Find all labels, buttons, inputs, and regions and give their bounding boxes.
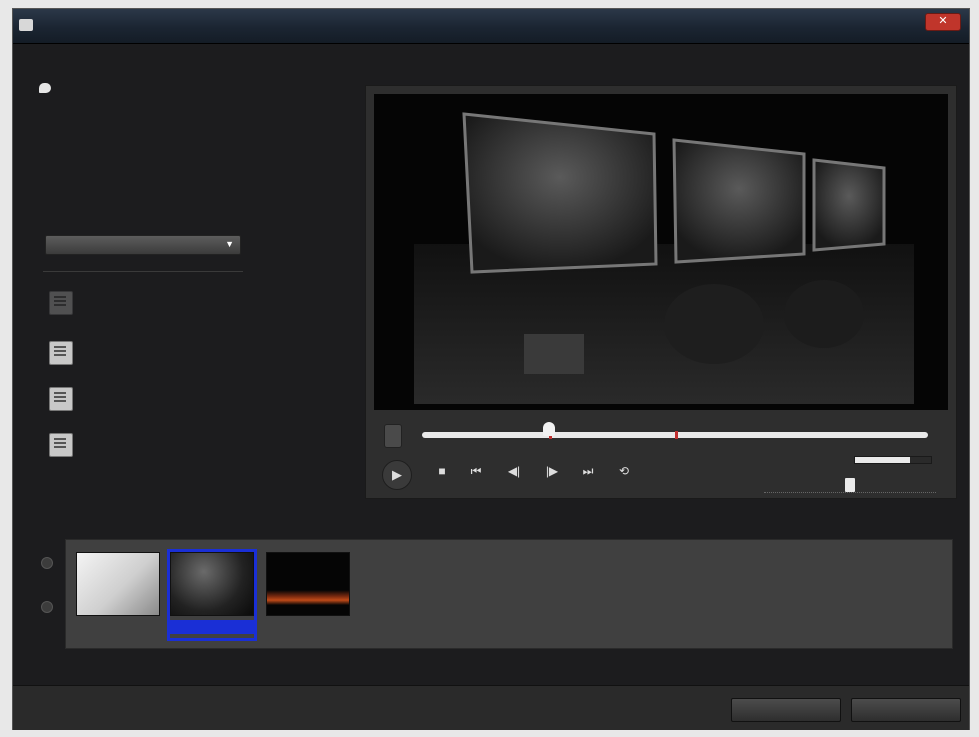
play-icon: ▶: [392, 467, 402, 482]
step-forward-icon: |▶: [545, 464, 559, 478]
scene-thumbnail-selected[interactable]: [167, 549, 257, 641]
close-button[interactable]: ✕: [925, 13, 961, 31]
hint-bubble-icon: [39, 83, 51, 93]
cancel-button[interactable]: [851, 698, 961, 722]
prev-scene-button[interactable]: ⏮: [464, 460, 488, 482]
play-button[interactable]: ▶: [382, 460, 412, 490]
scene-caption: [76, 620, 160, 634]
scene-thumbnail[interactable]: [266, 552, 350, 638]
stop-button[interactable]: ■: [432, 460, 452, 482]
step-forward-button[interactable]: |▶: [540, 460, 564, 482]
step-back-icon: ◀|: [507, 464, 521, 478]
zoom-slider-thumb[interactable]: [845, 478, 855, 492]
merge-scenes-icon: [49, 341, 73, 365]
video-frame-image: [374, 94, 948, 410]
delete-scene-button[interactable]: [49, 387, 309, 411]
scene-image: [266, 552, 350, 616]
divider: [43, 271, 243, 272]
merge-scenes-button[interactable]: [49, 341, 309, 365]
scan-method-dropdown[interactable]: ▼: [45, 235, 241, 255]
scene-thumbnail[interactable]: [76, 552, 160, 638]
dialog-footer: [13, 685, 969, 730]
delete-all-scenes-icon: [49, 433, 73, 457]
chevron-down-icon: ▼: [225, 239, 234, 249]
loop-icon: ⟲: [618, 464, 630, 478]
app-icon: [19, 19, 33, 31]
timeline-scrubber[interactable]: [422, 422, 928, 439]
title-bar[interactable]: ✕: [13, 9, 969, 44]
zoom-slider[interactable]: [764, 478, 936, 493]
step-back-button[interactable]: ◀|: [502, 460, 526, 482]
scene-detect-button[interactable]: [49, 291, 309, 315]
scene-detection-window: ✕ ▼ ▶ ■ ⏮ ◀| |▶ ⏭ ⟲: [12, 8, 970, 730]
scene-image: [76, 552, 160, 616]
delete-all-scenes-button[interactable]: [49, 433, 309, 457]
lock-icon[interactable]: [384, 424, 402, 448]
scene-caption: [170, 620, 254, 634]
prev-scene-icon: ⏮: [470, 464, 482, 478]
scene-marker: [675, 431, 678, 439]
loop-button[interactable]: ⟲: [612, 460, 636, 482]
scroll-down-icon[interactable]: [41, 601, 53, 613]
delete-scene-icon: [49, 387, 73, 411]
playhead-handle[interactable]: [542, 422, 555, 436]
scroll-up-icon[interactable]: [41, 557, 53, 569]
stop-icon: ■: [438, 464, 446, 478]
scene-strip: [65, 539, 953, 649]
volume-slider[interactable]: [854, 456, 932, 464]
ok-button[interactable]: [731, 698, 841, 722]
scene-image: [170, 552, 254, 616]
video-preview: [374, 94, 948, 410]
volume-fill: [855, 457, 910, 463]
scene-caption: [266, 620, 350, 634]
next-scene-button[interactable]: ⏭: [576, 460, 600, 482]
preview-panel: ▶ ■ ⏮ ◀| |▶ ⏭ ⟲: [365, 85, 957, 499]
scene-detect-icon: [49, 291, 73, 315]
next-scene-icon: ⏭: [582, 464, 594, 478]
